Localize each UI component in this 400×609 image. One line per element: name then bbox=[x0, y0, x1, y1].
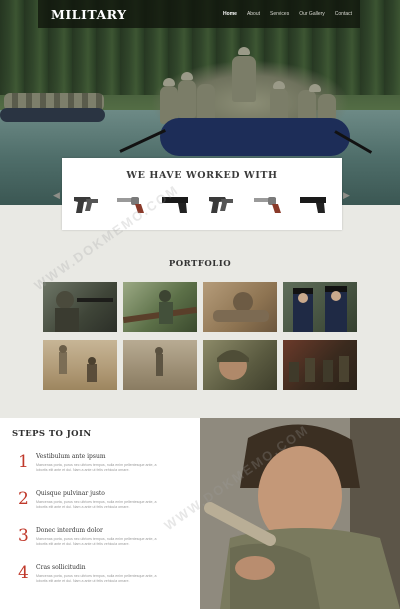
revolver-icon bbox=[117, 197, 144, 213]
boat-left bbox=[0, 108, 105, 122]
steps-section: STEPS TO JOIN 1 Vestibulum ante ipsum Ma… bbox=[0, 418, 200, 609]
nav-services[interactable]: Services bbox=[270, 11, 289, 17]
step-number: 4 bbox=[18, 563, 29, 583]
helmet bbox=[238, 47, 250, 55]
soldier-figure bbox=[178, 80, 196, 118]
nav-contact[interactable]: Contact bbox=[335, 11, 352, 17]
inflatable-raft bbox=[160, 118, 350, 156]
helmet bbox=[273, 81, 285, 89]
partners-title: WE HAVE WORKED WITH bbox=[126, 170, 278, 181]
step-title[interactable]: Quisque pulvinar justo bbox=[36, 490, 105, 497]
steps-title: STEPS TO JOIN bbox=[12, 429, 92, 439]
step-number: 1 bbox=[18, 452, 29, 472]
main-nav: Home About Services Our Gallery Contact bbox=[223, 11, 352, 17]
revolver-icon bbox=[254, 197, 281, 213]
portfolio-thumb-soldier-closeup[interactable] bbox=[203, 340, 277, 390]
brand-logo[interactable]: MILITARY bbox=[51, 7, 127, 22]
carousel-prev-icon[interactable]: ◀ bbox=[53, 190, 60, 201]
portfolio-thumb-soldier-aiming[interactable] bbox=[43, 282, 117, 332]
soldier-figure bbox=[197, 84, 215, 122]
step-description: Maecenas porta, purus nec ultrices tempu… bbox=[36, 500, 157, 510]
portfolio-title: PORTFOLIO bbox=[168, 259, 232, 269]
portfolio-thumb-desert-soldiers[interactable] bbox=[43, 340, 117, 390]
step-title[interactable]: Donec interdum dolor bbox=[36, 527, 103, 534]
helmet bbox=[181, 72, 193, 80]
portfolio-thumb-soldier-crawling[interactable] bbox=[203, 282, 277, 332]
top-navbar: MILITARY Home About Services Our Gallery… bbox=[38, 0, 360, 28]
helmet bbox=[163, 78, 175, 86]
pistol-icon bbox=[162, 197, 188, 213]
partners-box: WE HAVE WORKED WITH bbox=[62, 158, 342, 230]
soldier-figure bbox=[232, 56, 256, 102]
step-title[interactable]: Vestibulum ante ipsum bbox=[36, 453, 106, 460]
portfolio-thumb-soldiers-forest[interactable] bbox=[123, 282, 197, 332]
portfolio-thumb-soldier-in-dust[interactable] bbox=[123, 340, 197, 390]
step-description: Maecenas porta, purus nec ultrices tempu… bbox=[36, 537, 157, 547]
step-number: 2 bbox=[18, 489, 29, 509]
holster-pistol-icon bbox=[209, 197, 233, 213]
nav-our-gallery[interactable]: Our Gallery bbox=[299, 11, 325, 17]
holster-pistol-icon bbox=[74, 197, 98, 213]
pistol-icon bbox=[300, 197, 326, 213]
carousel-next-icon[interactable]: ▶ bbox=[343, 190, 350, 201]
soldier-training-photo bbox=[200, 418, 400, 609]
step-description: Maecenas porta, purus nec ultrices tempu… bbox=[36, 463, 157, 473]
step-title[interactable]: Cras sollicitudin bbox=[36, 564, 86, 571]
step-number: 3 bbox=[18, 526, 29, 546]
helmet bbox=[309, 84, 321, 92]
nav-home[interactable]: Home bbox=[223, 11, 237, 17]
step-description: Maecenas porta, purus nec ultrices tempu… bbox=[36, 574, 157, 584]
portfolio-thumb-troops-in-field[interactable] bbox=[283, 340, 357, 390]
nav-about[interactable]: About bbox=[247, 11, 260, 17]
portfolio-thumb-honor-guard[interactable] bbox=[283, 282, 357, 332]
